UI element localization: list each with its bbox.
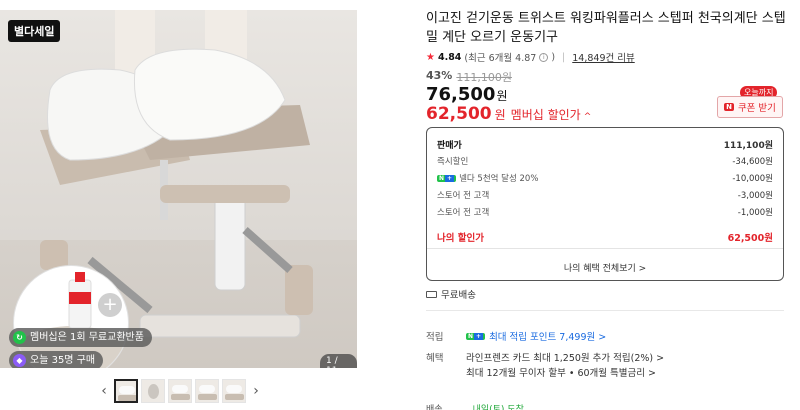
membership-exchange-text: 멤버십은 1회 무료교환반품 xyxy=(30,332,144,343)
promo-bottle-cap xyxy=(75,272,85,282)
card-benefit-link[interactable]: 라인프렌즈 카드 최대 1,250원 추가 적립(2%) > xyxy=(466,350,664,364)
thumbnail-shoe xyxy=(119,385,135,394)
thumbnail-base xyxy=(171,393,190,400)
buyers-count-chip: ◆ 오늘 35명 구매 xyxy=(9,351,104,368)
delivery-label: 배송 xyxy=(426,405,443,410)
points-text: 최대 적립 포인트 7,499원 > xyxy=(489,332,607,343)
product-image-gallery[interactable]: 별다세일 + ↻ 멤버십은 1회 무료교환반품 ◆ 오늘 35명 구매 1 / … xyxy=(0,10,357,368)
thumbnail-shoe xyxy=(199,384,215,393)
breakdown-label: 넬다 5천억 달성 20% xyxy=(459,174,539,184)
breakdown-row-instant-discount: 즉시할인 -34,600원 xyxy=(437,155,773,167)
points-label: 적립 xyxy=(426,332,444,343)
installment-benefit-link[interactable]: 최대 12개월 무이자 할부 • 60개월 특별금리 > xyxy=(466,365,656,379)
view-all-benefits-link[interactable]: 나의 혜택 전체보기 > xyxy=(427,261,783,274)
breakdown-value: -3,000원 xyxy=(737,191,773,201)
thumbnail-base xyxy=(118,394,136,401)
breakdown-value: -1,000원 xyxy=(737,208,773,218)
thumbnail-4[interactable] xyxy=(195,378,219,403)
breakdown-label: 판매가 xyxy=(437,141,462,151)
top-bar xyxy=(160,185,290,203)
get-coupon-button[interactable]: N 쿠폰 받기 xyxy=(717,96,783,118)
sale-price-unit: 원 xyxy=(496,89,508,103)
next-image-button[interactable]: › xyxy=(249,383,263,399)
naver-n-icon: N xyxy=(724,103,734,111)
right-foot xyxy=(285,265,313,315)
thumbnail-strip: ‹ › xyxy=(97,377,263,404)
truck-icon xyxy=(426,290,437,298)
breakdown-label: 스토어 전 고객 xyxy=(437,208,490,218)
delivery-row: 배송 내일(토) 도착 xyxy=(426,402,524,410)
membership-exchange-chip: ↻ 멤버십은 1회 무료교환반품 xyxy=(9,328,152,347)
thumbnail-5[interactable] xyxy=(222,378,246,403)
breakdown-row-list-price: 판매가 111,100원 xyxy=(437,138,773,151)
breakdown-label: 나의 할인가 xyxy=(437,233,485,244)
discount-rate: 43% xyxy=(426,69,453,82)
divider: | xyxy=(562,51,566,63)
section-divider xyxy=(426,310,784,311)
breakdown-row-store-1: 스토어 전 고객 -3,000원 xyxy=(437,189,773,201)
breakdown-label: 즉시할인 xyxy=(437,157,469,167)
thumbnail-shoe xyxy=(172,384,188,393)
rating-recent-close: ) xyxy=(551,51,556,63)
benefits-label: 혜택 xyxy=(426,353,444,364)
info-icon[interactable]: i xyxy=(539,52,549,62)
breakdown-label: 스토어 전 고객 xyxy=(437,191,490,201)
promo-bottle-label xyxy=(69,292,91,304)
naver-plus-icon: N + xyxy=(466,332,486,340)
breakdown-value: 62,500원 xyxy=(727,233,773,244)
chevron-up-icon[interactable]: ^ xyxy=(584,112,592,122)
thumbnail-base xyxy=(225,393,244,400)
center-column xyxy=(214,189,246,291)
member-price-row[interactable]: 62,500 원 멤버십 할인가 ^ xyxy=(426,104,591,124)
product-title: 이고진 걷기운동 트위스트 워킹파워플러스 스텝퍼 천국의계단 스텝밀 계단 오… xyxy=(426,11,786,45)
bag-icon: ◆ xyxy=(13,354,26,367)
discount-row: 43% 111,100원 xyxy=(426,69,512,85)
breakdown-row-store-2: 스토어 전 고객 -1,000원 xyxy=(437,206,773,218)
prev-image-button[interactable]: ‹ xyxy=(97,383,111,399)
rating-summary: ★ 4.84 (최근 6개월 4.87 i ) | 14,849건 리뷰 xyxy=(426,50,635,65)
base-bar xyxy=(139,314,301,338)
rating-recent: (최근 6개월 4.87 xyxy=(464,53,537,64)
thumbnail-1[interactable] xyxy=(114,378,138,403)
original-price: 111,100원 xyxy=(456,71,512,84)
shipping-label: 무료배송 xyxy=(441,290,476,301)
thumbnail-product xyxy=(148,383,159,399)
add-image-button[interactable]: + xyxy=(98,293,122,317)
member-price: 62,500 xyxy=(426,104,492,124)
member-price-label: 멤버십 할인가 xyxy=(510,108,581,122)
thumbnail-3[interactable] xyxy=(168,378,192,403)
buyers-count-text: 오늘 35명 구매 xyxy=(30,355,96,366)
thumbnail-shoe xyxy=(226,384,242,393)
price-breakdown-box: 판매가 111,100원 즉시할인 -34,600원 N + 넬다 5천억 달성 2… xyxy=(426,127,784,281)
star-icon: ★ xyxy=(426,51,435,63)
sale-price-row: 76,500 원 xyxy=(426,84,508,105)
rating-score: 4.84 xyxy=(437,51,462,63)
sale-price: 76,500 xyxy=(426,84,496,105)
hydraulic-right xyxy=(242,227,293,273)
naver-plus-icon: N + xyxy=(437,174,457,182)
thumbnail-base xyxy=(198,393,217,400)
reviews-link[interactable]: 14,849건 리뷰 xyxy=(572,50,634,64)
shipping-row: 무료배송 xyxy=(426,287,476,301)
sale-badge: 별다세일 xyxy=(8,20,61,42)
member-price-unit: 원 xyxy=(494,108,506,122)
breakdown-value: -10,000원 xyxy=(732,174,773,184)
exchange-icon: ↻ xyxy=(13,331,26,344)
breakdown-value: 111,100원 xyxy=(723,141,773,151)
breakdown-divider xyxy=(427,248,783,249)
breakdown-row-my-price: 나의 할인가 62,500원 xyxy=(437,230,773,244)
breakdown-row-promo: N + 넬다 5천억 달성 20% -10,000원 xyxy=(437,172,773,184)
points-link[interactable]: N + 최대 적립 포인트 7,499원 > xyxy=(466,329,606,343)
get-coupon-label: 쿠폰 받기 xyxy=(737,103,776,114)
image-page-counter: 1 / 11 xyxy=(320,354,357,368)
breakdown-value: -34,600원 xyxy=(732,157,773,167)
delivery-text: 내일(토) 도착 xyxy=(472,405,524,410)
thumbnail-2[interactable] xyxy=(141,378,165,403)
